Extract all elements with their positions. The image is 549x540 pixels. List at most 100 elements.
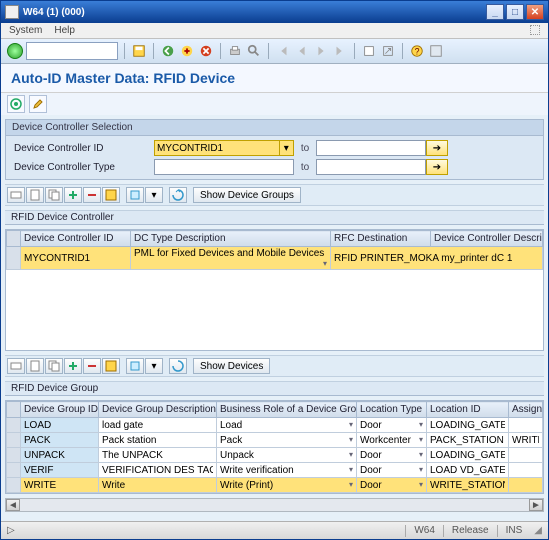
grp-export-dd-icon[interactable]: ▾	[145, 358, 163, 374]
menu-system[interactable]: System	[9, 25, 42, 36]
grp-id-cell[interactable]	[21, 433, 99, 448]
ctrl-rfc-cell[interactable]	[331, 247, 543, 270]
ctrl-col-rfc[interactable]: RFC Destination	[331, 231, 431, 247]
grp-create-icon[interactable]	[26, 358, 44, 374]
ctrl-export-dd-icon[interactable]: ▾	[145, 187, 163, 203]
ctrl-export-icon[interactable]	[126, 187, 144, 203]
scroll-left-icon[interactable]: ◄	[6, 499, 20, 511]
show-devices-button[interactable]: Show Devices	[193, 358, 270, 374]
grp-save-icon[interactable]	[102, 358, 120, 374]
grp-lid-cell[interactable]	[427, 448, 509, 463]
grp-desc-cell[interactable]	[99, 448, 217, 463]
dc-type-to-input[interactable]	[316, 159, 426, 175]
help-icon[interactable]: ?	[409, 43, 425, 59]
grp-col-desc[interactable]: Device Group Description	[99, 402, 217, 418]
dropdown-icon[interactable]: ▾	[419, 420, 423, 429]
row-selector[interactable]	[7, 418, 21, 433]
ctrl-type-cell[interactable]: PML for Fixed Devices and Mobile Devices…	[131, 247, 331, 270]
dc-id-multiple-button[interactable]: ➔	[426, 140, 448, 156]
dropdown-icon[interactable]: ▾	[349, 480, 353, 489]
table-row[interactable]: Write verification▾Door▾	[7, 463, 543, 478]
grp-ltype-cell[interactable]: Door▾	[357, 463, 427, 478]
row-selector[interactable]	[7, 478, 21, 493]
ctrl-copy-icon[interactable]	[45, 187, 63, 203]
grp-delete-icon[interactable]	[83, 358, 101, 374]
grp-role-cell[interactable]: Unpack▾	[217, 448, 357, 463]
table-row[interactable]: Load▾Door▾	[7, 418, 543, 433]
back-icon[interactable]	[160, 43, 176, 59]
grp-col-lid[interactable]: Location ID	[427, 402, 509, 418]
prev-page-icon[interactable]	[294, 43, 310, 59]
ctrl-create-icon[interactable]	[26, 187, 44, 203]
dc-id-to-input[interactable]	[316, 140, 426, 156]
execute-button[interactable]	[7, 95, 25, 113]
grp-print-cell[interactable]	[509, 478, 543, 493]
grp-print-cell[interactable]	[509, 418, 543, 433]
status-resize-icon[interactable]: ◢	[534, 525, 542, 536]
ctrl-col-type[interactable]: DC Type Description	[131, 231, 331, 247]
grp-desc-cell[interactable]	[99, 418, 217, 433]
grp-role-cell[interactable]: Write verification▾	[217, 463, 357, 478]
grp-ltype-cell[interactable]: Door▾	[357, 478, 427, 493]
grp-id-cell[interactable]	[21, 418, 99, 433]
dropdown-icon[interactable]: ▾	[349, 450, 353, 459]
grp-id-cell[interactable]	[21, 448, 99, 463]
grp-print-cell[interactable]	[509, 448, 543, 463]
grp-ltype-cell[interactable]: Door▾	[357, 448, 427, 463]
table-row[interactable]: Pack▾Workcenter▾	[7, 433, 543, 448]
ctrl-id-cell[interactable]	[21, 247, 131, 270]
row-selector[interactable]	[7, 247, 21, 270]
grp-copy-icon[interactable]	[45, 358, 63, 374]
dropdown-icon[interactable]: ▾	[349, 420, 353, 429]
dropdown-icon[interactable]: ▾	[349, 465, 353, 474]
row-selector[interactable]	[7, 433, 21, 448]
grp-refresh-icon[interactable]	[169, 358, 187, 374]
grp-desc-cell[interactable]	[99, 433, 217, 448]
minimize-button[interactable]: _	[486, 4, 504, 20]
ctrl-save-icon[interactable]	[102, 187, 120, 203]
ctrl-refresh-icon[interactable]	[169, 187, 187, 203]
close-button[interactable]: ✕	[526, 4, 544, 20]
grp-ltype-cell[interactable]: Door▾	[357, 418, 427, 433]
grp-display-icon[interactable]	[7, 358, 25, 374]
grp-col-id[interactable]: Device Group ID	[21, 402, 99, 418]
grp-role-cell[interactable]: Write (Print)▾	[217, 478, 357, 493]
enter-button[interactable]	[7, 43, 23, 59]
next-page-icon[interactable]	[313, 43, 329, 59]
scroll-right-icon[interactable]: ►	[529, 499, 543, 511]
grp-export-icon[interactable]	[126, 358, 144, 374]
table-row[interactable]: Write (Print)▾Door▾	[7, 478, 543, 493]
table-row[interactable]: PML for Fixed Devices and Mobile Devices…	[7, 247, 543, 270]
grp-print-cell[interactable]	[509, 463, 543, 478]
layout-menu-icon[interactable]	[428, 43, 444, 59]
grp-role-cell[interactable]: Load▾	[217, 418, 357, 433]
grp-lid-cell[interactable]	[427, 478, 509, 493]
row-selector[interactable]	[7, 463, 21, 478]
ctrl-insert-icon[interactable]	[64, 187, 82, 203]
dc-type-from-input[interactable]	[154, 159, 294, 175]
ctrl-display-icon[interactable]	[7, 187, 25, 203]
print-icon[interactable]	[227, 43, 243, 59]
dropdown-icon[interactable]: ▾	[419, 450, 423, 459]
dc-id-f4-icon[interactable]: ▾	[280, 140, 294, 156]
menubar-handle[interactable]	[530, 25, 540, 35]
grp-col-ltype[interactable]: Location Type	[357, 402, 427, 418]
grp-sel-header[interactable]	[7, 402, 21, 418]
table-row[interactable]: Unpack▾Door▾	[7, 448, 543, 463]
grp-print-cell[interactable]	[509, 433, 543, 448]
maximize-button[interactable]: □	[506, 4, 524, 20]
grp-id-cell[interactable]	[21, 463, 99, 478]
ctrl-col-id[interactable]: Device Controller ID	[21, 231, 131, 247]
command-field[interactable]	[26, 42, 118, 60]
last-page-icon[interactable]	[332, 43, 348, 59]
cancel-icon[interactable]	[198, 43, 214, 59]
save-icon[interactable]	[131, 43, 147, 59]
show-device-groups-button[interactable]: Show Device Groups	[193, 187, 301, 203]
dc-id-from-input[interactable]	[154, 140, 280, 156]
dropdown-icon[interactable]: ▾	[419, 435, 423, 444]
grp-role-cell[interactable]: Pack▾	[217, 433, 357, 448]
dropdown-icon[interactable]: ▾	[419, 480, 423, 489]
edit-button[interactable]	[29, 95, 47, 113]
ctrl-col-desc[interactable]: Device Controller Description	[431, 231, 543, 247]
menu-help[interactable]: Help	[54, 25, 75, 36]
